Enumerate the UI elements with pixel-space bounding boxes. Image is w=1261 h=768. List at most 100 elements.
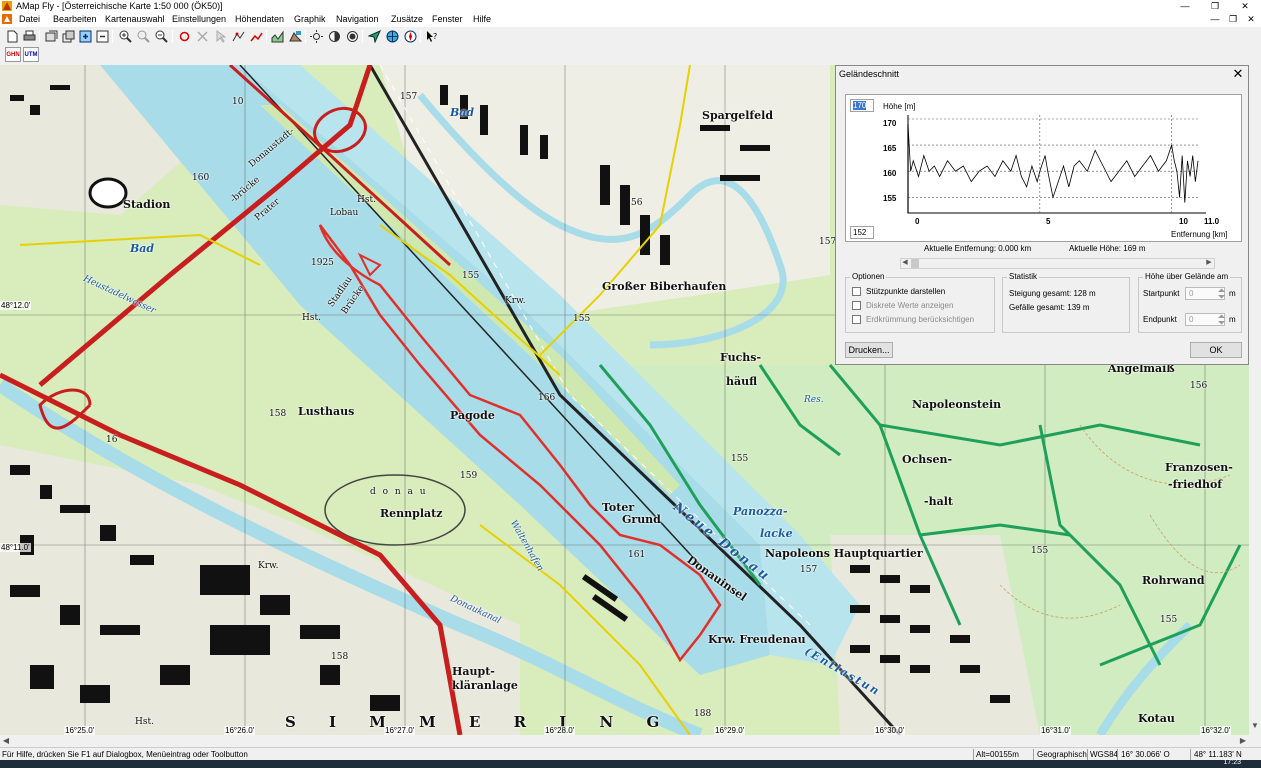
stuetzpunkte-checkbox[interactable]: Stützpunkte darstellen [852, 287, 945, 296]
menu-navigation[interactable]: Navigation [336, 12, 379, 26]
menu-zusaetze[interactable]: Zusätze [391, 12, 423, 26]
delete-point-icon[interactable] [195, 29, 210, 44]
dialog-title: Geländeschnitt [839, 69, 900, 79]
compass-icon[interactable] [403, 29, 418, 44]
zoom-fit-icon[interactable] [78, 29, 93, 44]
menu-kartenauswahl[interactable]: Kartenauswahl [105, 12, 165, 26]
terrain-3d-icon[interactable] [288, 29, 303, 44]
elevation-label: 188 [694, 709, 712, 719]
menu-hilfe[interactable]: Hilfe [473, 12, 491, 26]
main-toolbar: ? [0, 26, 1261, 46]
zoom-rect-icon[interactable] [136, 29, 151, 44]
elevation-label: 16 [106, 435, 118, 445]
dialog-close-button[interactable]: ✕ [1231, 66, 1245, 82]
mdi-restore-button[interactable]: ❐ [1226, 13, 1240, 25]
menu-einstellungen[interactable]: Einstellungen [172, 12, 226, 26]
close-button[interactable]: ✕ [1230, 0, 1260, 12]
menu-fenster[interactable]: Fenster [432, 12, 463, 26]
ghn-button[interactable]: GHN [5, 47, 21, 62]
waypoint-icon[interactable] [177, 29, 192, 44]
maximize-button[interactable]: ❐ [1200, 0, 1230, 12]
map-label-grund: Grund [622, 513, 661, 526]
print-button[interactable]: Drucken... [845, 342, 893, 358]
x-tick-label: 10 [1179, 217, 1188, 226]
toolbar-separator [420, 30, 421, 43]
y-min-input[interactable]: 152 [850, 226, 874, 239]
status-longitude: 16° 30.066' O [1121, 750, 1170, 759]
toolbar-separator [266, 30, 267, 43]
statistics-group: Statistik Steigung gesamt: 128 m Gefälle… [1002, 272, 1130, 333]
erdkruemmung-checkbox[interactable]: Erdkrümmung berücksichtigen [852, 315, 974, 324]
map-label-bad: Bad [130, 242, 155, 255]
x-tick-label: 11.0 [1204, 217, 1220, 226]
scroll-down-arrow-icon[interactable]: ▼ [1249, 720, 1261, 732]
menu-datei[interactable]: Datei [19, 12, 40, 26]
map-label-kotau: Kotau [1138, 712, 1175, 725]
longitude-label: 16°25.0' [64, 726, 96, 735]
ascent-total: Steigung gesamt: 128 m [1009, 289, 1096, 298]
height-above-ground-title: Höhe über Gelände am [1143, 272, 1231, 281]
map-open-icon[interactable] [44, 29, 59, 44]
globe-icon[interactable] [385, 29, 400, 44]
start-point-spinner-icon[interactable] [1217, 287, 1226, 300]
scroll-right-arrow-icon[interactable]: ▶ [1237, 735, 1249, 747]
map-label-hst: Hst. [135, 717, 154, 727]
current-height-label: Aktuelle Höhe: 169 m [1069, 244, 1146, 253]
toolbar-separator [172, 30, 173, 43]
zoom-window-icon[interactable] [95, 29, 110, 44]
track-icon[interactable] [249, 29, 264, 44]
zoom-in-icon[interactable] [118, 29, 133, 44]
dark-mode-icon[interactable] [345, 29, 360, 44]
map-label-donau: d o n a u [370, 487, 428, 497]
print-icon[interactable] [22, 29, 37, 44]
route-icon[interactable] [231, 29, 246, 44]
start-point-label: Startpunkt [1143, 289, 1180, 298]
toolbar-separator [112, 30, 113, 43]
new-file-icon[interactable] [5, 29, 20, 44]
zoom-out-icon[interactable] [154, 29, 169, 44]
vertical-scrollbar[interactable]: ▼ [1249, 65, 1261, 735]
elevation-profile-chart[interactable] [906, 115, 1206, 215]
scroll-left-arrow-icon[interactable]: ◀ [900, 258, 910, 268]
minimize-button[interactable]: — [1170, 0, 1200, 12]
menu-hoehendaten[interactable]: Höhendaten [235, 12, 284, 26]
menu-graphik[interactable]: Graphik [294, 12, 326, 26]
brightness-icon[interactable] [309, 29, 324, 44]
end-point-spinner-icon[interactable] [1217, 313, 1226, 326]
scroll-right-arrow-icon[interactable]: ▶ [1204, 258, 1214, 268]
mdi-close-button[interactable]: ✕ [1244, 13, 1258, 25]
utm-button[interactable]: UTM [23, 47, 39, 62]
profile-scroll-thumb[interactable] [911, 259, 919, 268]
mdi-minimize-button[interactable]: — [1208, 13, 1222, 25]
status-altitude: Alt=00155m [976, 750, 1019, 759]
map-label-haupt: Haupt- [452, 665, 495, 678]
map-copy-icon[interactable] [61, 29, 76, 44]
map-label-rohrwand: Rohrwand [1142, 574, 1205, 587]
map-label-halt: -halt [924, 495, 953, 508]
map-label-hst: Hst. [357, 195, 376, 205]
menu-bearbeiten[interactable]: Bearbeiten [53, 12, 97, 26]
title-bar: AMap Fly - [Österreichische Karte 1:50 0… [0, 0, 1261, 12]
diskrete-werte-checkbox[interactable]: Diskrete Werte anzeigen [852, 301, 953, 310]
map-label-bad: Bad [450, 106, 475, 119]
map-label-stadion: Stadion [123, 198, 171, 211]
menu-bar: Datei Bearbeiten Kartenauswahl Einstellu… [0, 12, 1261, 26]
window-title: AMap Fly - [Österreichische Karte 1:50 0… [16, 1, 223, 11]
y-max-input[interactable]: 170 [850, 99, 874, 112]
status-divider [973, 749, 974, 760]
map-label-1925: 1925 [311, 258, 334, 268]
contrast-icon[interactable] [327, 29, 342, 44]
profile-icon[interactable] [270, 29, 285, 44]
context-help-icon[interactable]: ? [424, 29, 439, 44]
latitude-label: 48°11.0' [0, 543, 31, 552]
profile-scrollbar[interactable]: ◀ ▶ [900, 258, 1215, 269]
ok-button[interactable]: OK [1190, 342, 1242, 358]
select-icon[interactable] [213, 29, 228, 44]
longitude-label: 16°29.0' [714, 726, 746, 735]
scroll-left-arrow-icon[interactable]: ◀ [0, 735, 12, 747]
toolbar-separator [362, 30, 363, 43]
gps-icon[interactable] [367, 29, 382, 44]
document-icon[interactable] [2, 14, 12, 24]
statistics-group-title: Statistik [1007, 272, 1040, 281]
horizontal-scrollbar[interactable]: ◀ ▶ [0, 735, 1249, 747]
